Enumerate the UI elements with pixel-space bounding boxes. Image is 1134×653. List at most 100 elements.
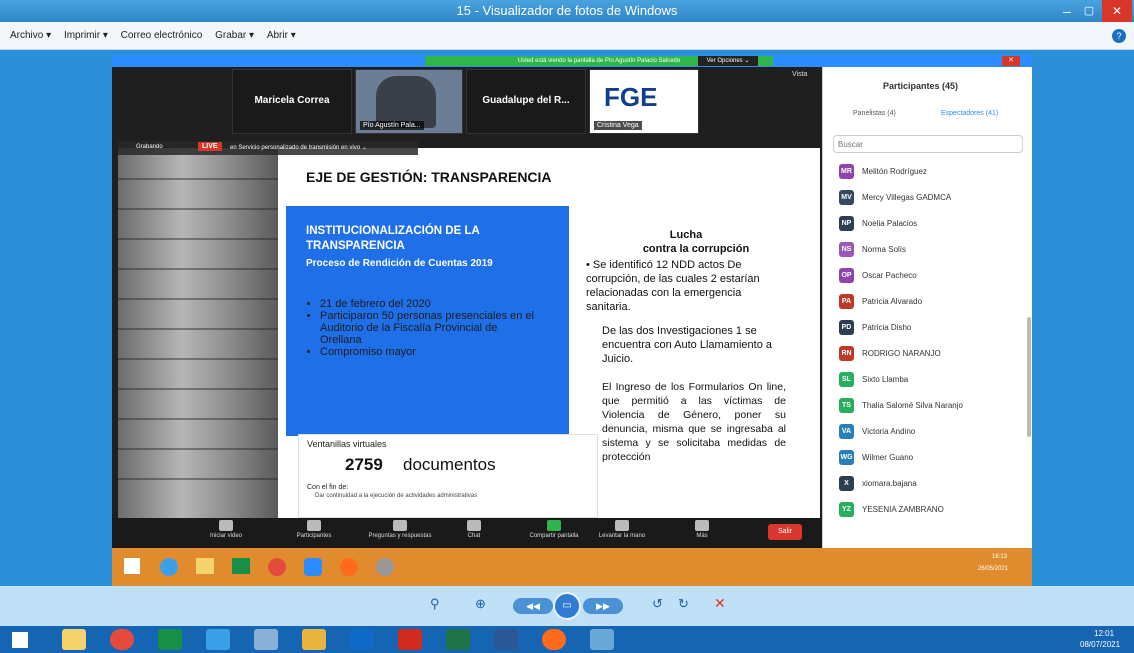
- corruption-section: Lucha contra la corrupción • Se identifi…: [586, 228, 786, 464]
- maximize-button[interactable]: ▢: [1078, 0, 1100, 22]
- rotate-right-icon[interactable]: ↻: [678, 596, 689, 612]
- clock-date[interactable]: 08/07/2021: [1080, 640, 1120, 649]
- list-item[interactable]: VA Victoria Andino: [839, 422, 915, 442]
- delete-icon[interactable]: ✕: [714, 595, 726, 612]
- video-tile[interactable]: Guadalupe del R...: [466, 69, 586, 134]
- window-title: 15 - Visualizador de fotos de Windows: [456, 3, 678, 18]
- list-item[interactable]: MR Melitón Rodríguez: [839, 162, 927, 182]
- actual-size-icon[interactable]: ⊕: [475, 596, 486, 612]
- list-item[interactable]: RN RODRIGO NARANJO: [839, 344, 941, 364]
- chrome-icon[interactable]: [110, 629, 134, 650]
- explorer-icon[interactable]: [62, 629, 86, 650]
- menu-imprimir[interactable]: Imprimir ▾: [64, 22, 108, 50]
- avatar: SL: [839, 372, 854, 388]
- video-icon: [219, 520, 233, 531]
- building-image: [118, 148, 278, 518]
- list-item[interactable]: PD Patricia Disho: [839, 318, 911, 338]
- view-label[interactable]: Vista: [792, 71, 807, 78]
- more-button[interactable]: Más: [670, 520, 734, 539]
- viewer-controls: ⚲ ⊕ ◀◀ ▭ ▶▶ ↺ ↻ ✕: [0, 586, 1134, 626]
- windows-icon[interactable]: [124, 558, 140, 574]
- rotate-left-icon[interactable]: ↺: [652, 596, 663, 612]
- leave-button[interactable]: Salir: [768, 524, 802, 540]
- avatar: NS: [839, 242, 854, 258]
- acrobat-icon[interactable]: [398, 629, 422, 650]
- remote-desktop-icon[interactable]: [206, 629, 230, 650]
- chat-icon: [467, 520, 481, 531]
- menu-bar: Archivo ▾ Imprimir ▾ Correo electrónico …: [0, 22, 1134, 50]
- avatar: PA: [839, 294, 854, 310]
- video-tile[interactable]: Maricela Correa: [232, 69, 352, 134]
- menu-abrir[interactable]: Abrir ▾: [267, 22, 296, 50]
- video-tile[interactable]: FGE Cristina Vega: [589, 69, 699, 134]
- box-bullet: Compromiso mayor: [320, 346, 540, 358]
- list-item[interactable]: NP Noelia Palacios: [839, 214, 917, 234]
- vent-number: 2759: [345, 455, 383, 474]
- right-paragraph: • Se identificó 12 NDD actos De corrupci…: [586, 259, 760, 313]
- menu-archivo[interactable]: Archivo ▾: [10, 22, 51, 50]
- app-icon[interactable]: [376, 558, 394, 576]
- help-icon[interactable]: ?: [1112, 29, 1126, 43]
- menu-grabar[interactable]: Grabar ▾: [215, 22, 254, 50]
- list-item[interactable]: OP Oscar Pacheco: [839, 266, 917, 286]
- zoom-icon[interactable]: ⚲: [430, 596, 440, 612]
- books-icon[interactable]: [302, 629, 326, 650]
- store-icon[interactable]: [158, 629, 182, 650]
- folder-icon[interactable]: [196, 558, 214, 574]
- title-bar: 15 - Visualizador de fotos de Windows – …: [0, 0, 1134, 22]
- box-bullets: 21 de febrero del 2020 Participaron 50 p…: [320, 298, 540, 358]
- firefox-icon[interactable]: [542, 629, 566, 650]
- vent-item: Dar continuidad a la ejecución de activi…: [315, 493, 478, 499]
- zoom-icon[interactable]: [304, 558, 322, 576]
- list-item[interactable]: WG Wilmer Guano: [839, 448, 913, 468]
- search-input[interactable]: [833, 135, 1023, 153]
- excel-icon[interactable]: [446, 629, 470, 650]
- view-options-button[interactable]: Ver Opciones ⌄: [698, 56, 758, 66]
- participants-icon: [307, 520, 321, 531]
- list-item[interactable]: NS Norma Solís: [839, 240, 906, 260]
- scrollbar[interactable]: [1027, 317, 1031, 437]
- tab-panelists[interactable]: Panelistas (4): [853, 110, 896, 117]
- slide-title: EJE DE GESTIÓN: TRANSPARENCIA: [306, 169, 552, 185]
- video-button[interactable]: Iniciar video: [194, 520, 258, 539]
- qa-button[interactable]: Preguntas y respuestas: [368, 520, 432, 539]
- slideshow-button[interactable]: ▭: [553, 592, 581, 620]
- list-item[interactable]: PA Patricia Alvarado: [839, 292, 922, 312]
- firefox-icon[interactable]: [340, 558, 358, 576]
- chat-button[interactable]: Chat: [442, 520, 506, 539]
- word-icon[interactable]: [494, 629, 518, 650]
- close-icon[interactable]: ✕: [1002, 56, 1020, 66]
- share-screen-button[interactable]: Compartir pantalla: [522, 520, 586, 539]
- start-icon[interactable]: [12, 632, 28, 648]
- close-button[interactable]: ✕: [1102, 0, 1132, 22]
- live-description[interactable]: en Servicio personalizado de transmisión…: [230, 144, 367, 151]
- tab-attendees[interactable]: Espectadores (41): [941, 110, 998, 117]
- list-item[interactable]: TS Thalia Salomé Silva Naranjo: [839, 396, 963, 416]
- box-subtitle: Proceso de Rendición de Cuentas 2019: [306, 258, 493, 269]
- participant-name: Cristina Vega: [594, 121, 642, 130]
- raise-hand-button[interactable]: Levantar la mano: [590, 520, 654, 539]
- outlook-icon[interactable]: [350, 629, 374, 650]
- minimize-button[interactable]: –: [1056, 0, 1078, 22]
- avatar: X: [839, 476, 854, 492]
- participant-name: Guadalupe del R...: [482, 95, 570, 106]
- list-item[interactable]: YZ YESENIA ZAMBRANO: [839, 500, 944, 520]
- list-item[interactable]: MV Mercy Villegas GADMCA: [839, 188, 951, 208]
- live-bar: Grabando LIVE en Servicio personalizado …: [118, 141, 418, 155]
- avatar: RN: [839, 346, 854, 362]
- clock-time[interactable]: 12:01: [1094, 629, 1114, 638]
- ie-icon[interactable]: [160, 558, 178, 576]
- video-tile[interactable]: Pío Agustín Pala...: [355, 69, 463, 134]
- menu-correo[interactable]: Correo electrónico: [121, 22, 203, 50]
- store-icon[interactable]: [232, 558, 250, 574]
- next-button[interactable]: ▶▶: [583, 598, 623, 614]
- app-icon[interactable]: [254, 629, 278, 650]
- vent-fin: Con el fin de:: [307, 484, 349, 491]
- list-item[interactable]: SL Sixto Llamba: [839, 370, 908, 390]
- previous-button[interactable]: ◀◀: [513, 598, 553, 614]
- list-item[interactable]: Xxiomara.bajana: [839, 474, 917, 494]
- chrome-icon[interactable]: [268, 558, 286, 576]
- participant-list: MR Melitón Rodríguez MV Mercy Villegas GAD…: [823, 162, 1033, 548]
- photos-icon[interactable]: [590, 629, 614, 650]
- participants-button[interactable]: Participantes: [282, 520, 346, 539]
